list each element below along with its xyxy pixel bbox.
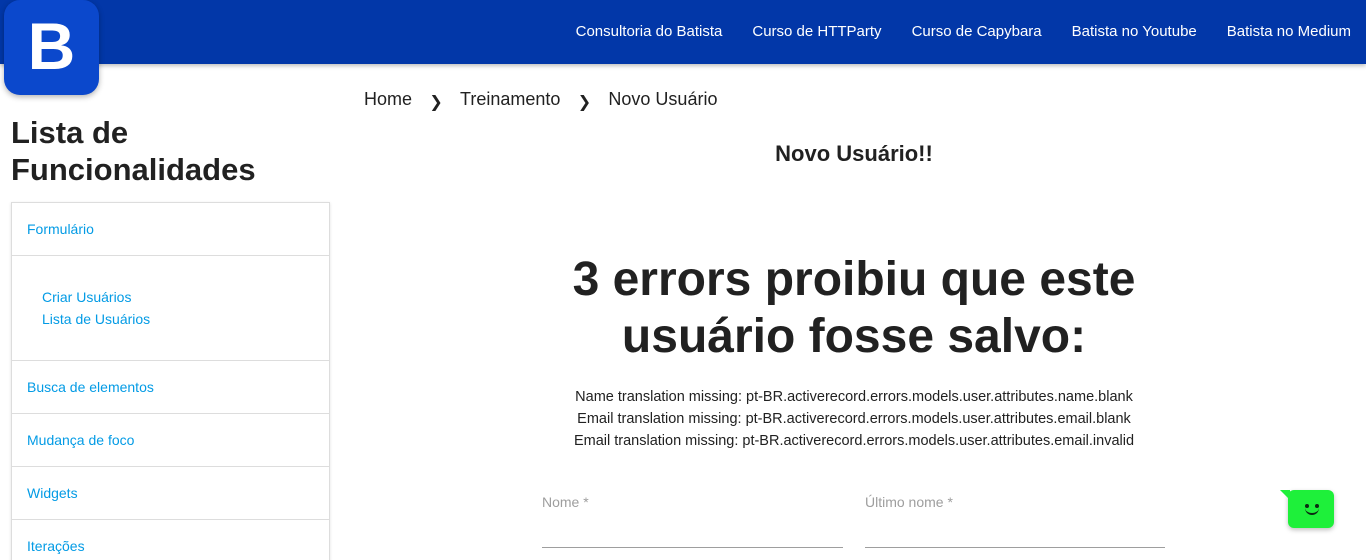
chat-mouth [1305, 508, 1319, 515]
error-message: Email translation missing: pt-BR.activer… [573, 433, 1135, 449]
ultimo-nome-label: Último nome * [865, 494, 953, 510]
page-title: Novo Usuário!! [775, 141, 933, 166]
nav-link-youtube[interactable]: Batista no Youtube [1057, 0, 1212, 64]
error-list: Name translation missing: pt-BR.activere… [500, 386, 1208, 452]
sidebar-menu: Formulário Criar Usuários Lista de Usuár… [11, 202, 330, 560]
sidebar-title: Lista de Funcionalidades [11, 115, 256, 187]
nome-label: Nome * [542, 494, 589, 510]
nome-input[interactable] [542, 524, 843, 548]
error-message: Email translation missing: pt-BR.activer… [577, 411, 1131, 427]
sidebar-item-lista-usuarios[interactable]: Lista de Usuários [42, 308, 329, 330]
sidebar-item-mudanca-foco[interactable]: Mudança de foco [12, 414, 329, 467]
sidebar-submenu-formulario: Criar Usuários Lista de Usuários [12, 256, 329, 361]
nav-link-curso-httparty[interactable]: Curso de HTTParty [737, 0, 896, 64]
error-message: Name translation missing: pt-BR.activere… [575, 389, 1133, 405]
top-navbar: Consultoria do Batista Curso de HTTParty… [0, 0, 1366, 64]
breadcrumb-current: Novo Usuário [608, 88, 718, 109]
logo-letter: B [27, 8, 76, 83]
logo[interactable]: B [4, 0, 99, 95]
breadcrumb-treinamento[interactable]: Treinamento [460, 89, 560, 110]
sidebar-item-criar-usuarios[interactable]: Criar Usuários [42, 286, 329, 308]
nav-link-consultoria[interactable]: Consultoria do Batista [561, 0, 738, 64]
breadcrumb-home[interactable]: Home [364, 89, 412, 110]
sidebar-item-widgets[interactable]: Widgets [12, 467, 329, 520]
sidebar-item-busca-elementos[interactable]: Busca de elementos [12, 361, 329, 414]
smiley-chat-icon[interactable] [1280, 490, 1334, 528]
sidebar-item-iteracoes[interactable]: Iterações [12, 520, 329, 560]
chevron-right-icon: ❯ [577, 94, 592, 111]
nome-field-group: Nome * [542, 494, 843, 550]
chevron-right-icon: ❯ [429, 94, 443, 111]
nav-link-medium[interactable]: Batista no Medium [1212, 0, 1366, 64]
sidebar-item-formulario[interactable]: Formulário [12, 203, 329, 256]
nav-link-curso-capybara[interactable]: Curso de Capybara [897, 0, 1057, 64]
breadcrumb: Home ❯ Treinamento ❯ Novo Usuário [364, 86, 717, 112]
top-nav: Consultoria do Batista Curso de HTTParty… [561, 0, 1366, 64]
ultimo-nome-field-group: Último nome * [865, 494, 1165, 550]
error-summary-title: 3 errors proibiu que este usuário fosse … [572, 253, 1136, 363]
ultimo-nome-input[interactable] [865, 524, 1165, 548]
